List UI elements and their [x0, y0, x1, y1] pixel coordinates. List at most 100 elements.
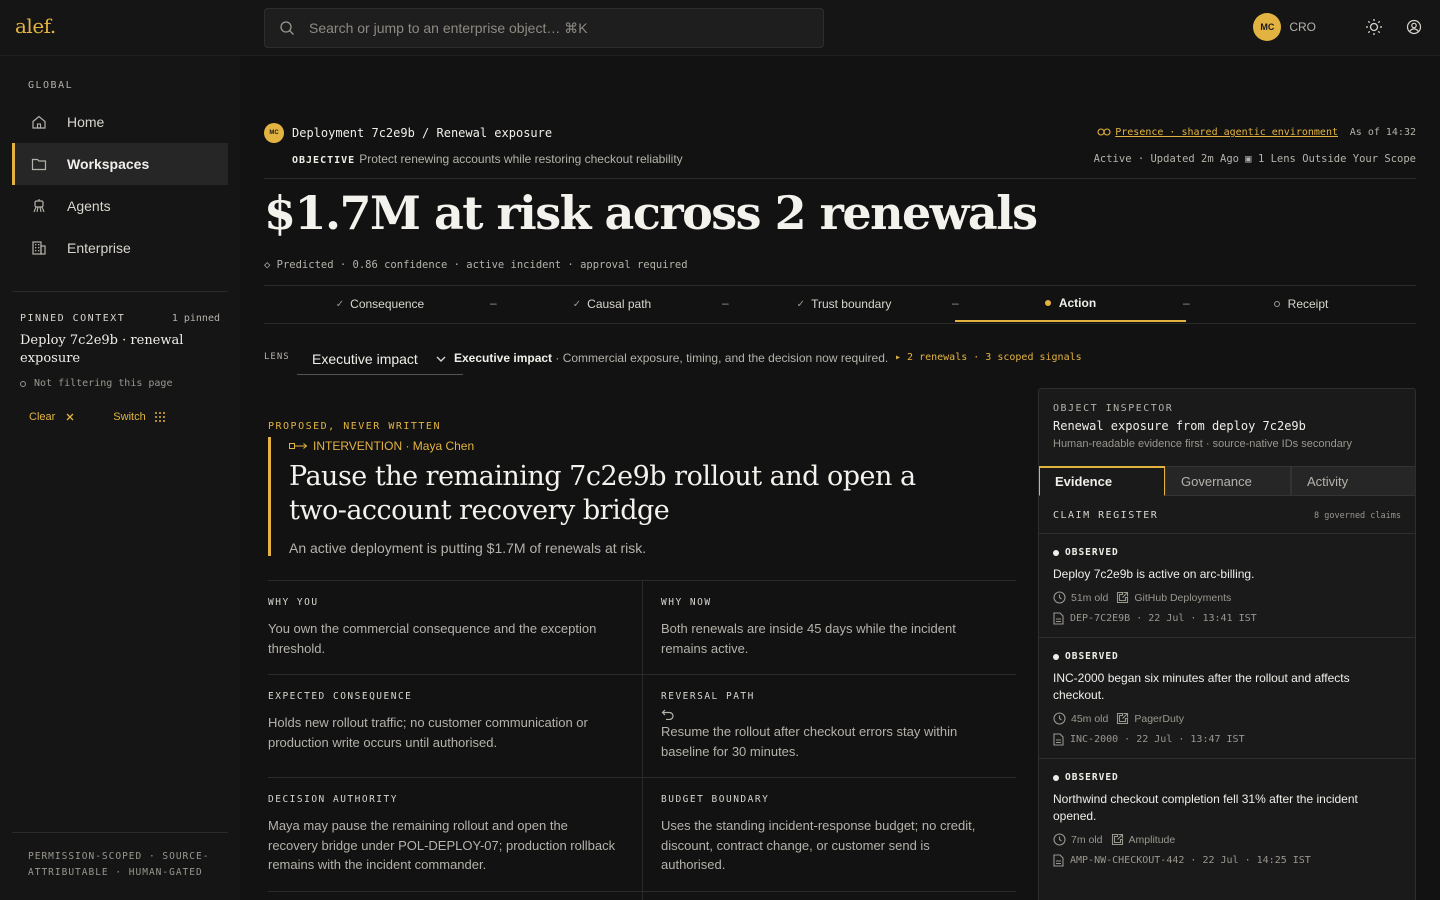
source-icon: [1117, 591, 1129, 604]
sidebar-section-label: GLOBAL: [28, 80, 74, 91]
sidebar-item-label: Enterprise: [67, 240, 131, 256]
why-now-cell: WHY NOW Both renewals are inside 45 days…: [642, 581, 1016, 674]
claim-reference: INC-2000 · 22 Jul · 13:47 IST: [1053, 733, 1403, 746]
proposal-status-label: PROPOSED, NEVER WRITTEN: [268, 421, 441, 432]
lens-selected-value: Executive impact: [312, 351, 418, 367]
search-input[interactable]: Search or jump to an enterprise object… …: [264, 8, 824, 48]
sidebar-item-agents[interactable]: Agents: [12, 185, 228, 227]
reversal-path-cell: REVERSAL PATH Resume the rollout after c…: [642, 675, 1016, 777]
claim-register-label: CLAIM REGISTER: [1053, 510, 1159, 521]
status-dot-icon: [1053, 549, 1059, 556]
tab-action[interactable]: Action: [955, 286, 1186, 322]
filter-status: Not filtering this page: [20, 378, 172, 389]
sidebar-item-home[interactable]: Home: [12, 101, 228, 143]
cell-heading: DECISION AUTHORITY: [268, 794, 398, 805]
intervention-owner: INTERVENTION · Maya Chen: [289, 439, 1016, 453]
claim-text: INC-2000 began six minutes after the rol…: [1053, 671, 1350, 702]
avatar[interactable]: MC: [1253, 13, 1282, 41]
claim-status-text: OBSERVED: [1065, 651, 1119, 662]
why-you-cell: WHY YOU You own the commercial consequen…: [268, 581, 642, 674]
claim-reference: DEP-7C2E9B · 22 Jul · 13:41 IST: [1053, 612, 1403, 625]
sidebar-item-workspaces[interactable]: Workspaces: [12, 143, 228, 185]
intervention-text: INTERVENTION · Maya Chen: [313, 439, 475, 453]
claim-reference: AMP-NW-CHECKOUT-442 · 22 Jul · 14:25 IST: [1053, 854, 1403, 867]
claim-status: OBSERVED: [1053, 547, 1403, 558]
claim-meta: 51m old GitHub Deployments: [1053, 591, 1403, 604]
sidebar-item-enterprise[interactable]: Enterprise: [12, 227, 228, 269]
lens-description-text: · Commercial exposure, timing, and the d…: [555, 351, 889, 365]
cell-text: Maya may pause the remaining rollout and…: [268, 818, 616, 872]
app-logo[interactable]: alef.: [15, 14, 56, 38]
cell-heading: WHY NOW: [661, 597, 712, 608]
pinned-actions: Clear Switch: [29, 411, 166, 423]
claim-item[interactable]: OBSERVED INC-2000 began six minutes afte…: [1039, 637, 1415, 758]
pinned-context-title[interactable]: Deploy 7c2e9b · renewal exposure: [20, 332, 220, 368]
claim-age: 51m old: [1071, 591, 1109, 604]
claim-meta: 7m old Amplitude: [1053, 833, 1403, 846]
pinned-context-label: PINNED CONTEXT: [20, 313, 126, 324]
tab-governance[interactable]: Governance: [1165, 466, 1291, 496]
circle-icon: [20, 380, 26, 387]
claim-source: PagerDuty: [1134, 712, 1184, 725]
tab-activity[interactable]: Activity: [1291, 466, 1415, 496]
filter-status-text: Not filtering this page: [34, 378, 173, 389]
tab-evidence[interactable]: Evidence: [1039, 466, 1165, 496]
status-line: Active · Updated 2m Ago ▣ 1 Lens Outside…: [1093, 153, 1416, 165]
proposal-title: Pause the remaining 7c2e9b rollout and o…: [289, 461, 916, 526]
sidebar-nav: Home Workspaces Agents Enterprise: [12, 101, 228, 269]
claim-item[interactable]: OBSERVED Deploy 7c2e9b is active on arc-…: [1039, 533, 1415, 637]
cell-text: You own the commercial consequence and t…: [268, 621, 597, 656]
claim-item[interactable]: OBSERVED Northwind checkout completion f…: [1039, 758, 1415, 879]
decision-grid: WHY YOU You own the commercial consequen…: [268, 580, 1016, 900]
check-icon: ✓: [572, 298, 582, 310]
account-icon[interactable]: [1404, 17, 1424, 37]
cell-heading: EXPECTED CONSEQUENCE: [268, 691, 413, 702]
tab-consequence[interactable]: ✓ Consequence: [264, 286, 496, 322]
search-icon: [280, 21, 294, 35]
tab-trust-boundary[interactable]: ✓ Trust boundary: [728, 286, 960, 322]
owner-avatar: MC: [264, 123, 284, 143]
switch-button[interactable]: Switch: [113, 411, 165, 423]
tab-receipt[interactable]: Receipt: [1186, 286, 1416, 322]
tab-label: Action: [1058, 296, 1097, 310]
proposal-subtitle: An active deployment is putting $1.7M of…: [289, 540, 647, 556]
objective-text: Protect renewing accounts while restorin…: [359, 152, 683, 166]
chevron-down-icon: [436, 356, 446, 362]
tab-causal-path[interactable]: ✓ Causal path: [496, 286, 728, 322]
grid-row: WHY YOU You own the commercial consequen…: [268, 580, 1016, 674]
grid-row: [268, 890, 1016, 900]
lens-label: LENS: [264, 352, 290, 362]
sidebar-divider: [12, 832, 228, 833]
document-icon: [1053, 854, 1064, 867]
tab-label: Receipt: [1287, 297, 1329, 311]
claim-source: GitHub Deployments: [1134, 591, 1232, 604]
switch-label: Switch: [113, 411, 146, 423]
lens-row: LENS Executive impact Executive impact ·…: [264, 344, 1416, 376]
user-role: CRO: [1289, 20, 1316, 34]
grid-row: EXPECTED CONSEQUENCE Holds new rollout t…: [268, 674, 1016, 777]
presence-link[interactable]: Presence · shared agentic environment: [1097, 127, 1338, 138]
step-tabs: ✓ Consequence – ✓ Causal path – ✓ Trust bou…: [264, 286, 1416, 324]
presence-icon: [1097, 128, 1111, 136]
grid-row: DECISION AUTHORITY Maya may pause the re…: [268, 777, 1016, 891]
objective-label: OBJECTIVE: [292, 155, 356, 166]
source-icon: [1111, 833, 1123, 846]
inspector-tabs: Evidence Governance Activity: [1039, 466, 1415, 496]
clear-button[interactable]: Clear: [29, 411, 75, 423]
object-header: MC Deployment 7c2e9b / Renewal exposure …: [264, 122, 1416, 144]
claim-source: Amplitude: [1128, 833, 1176, 846]
search-placeholder: Search or jump to an enterprise object… …: [309, 19, 588, 36]
budget-boundary-cell: BUDGET BOUNDARY Uses the standing incide…: [642, 778, 1016, 891]
lens-select[interactable]: Executive impact: [297, 344, 463, 375]
check-icon: ✓: [335, 298, 345, 310]
presence-text: Presence · shared agentic environment: [1115, 127, 1338, 138]
cell-text: Both renewals are inside 45 days while t…: [661, 621, 956, 656]
clear-label: Clear: [29, 411, 56, 423]
inspector-title: Renewal exposure from deploy 7c2e9b: [1053, 419, 1306, 433]
cell-heading: REVERSAL PATH: [661, 691, 755, 702]
inspector-subtitle: Human-readable evidence first · source-n…: [1053, 438, 1352, 450]
theme-toggle-icon[interactable]: [1364, 17, 1384, 37]
breadcrumb[interactable]: Deployment 7c2e9b / Renewal exposure: [292, 126, 552, 140]
home-icon: [32, 115, 46, 129]
scoped-signals-link[interactable]: ▸ 2 renewals · 3 scoped signals: [895, 352, 1082, 363]
